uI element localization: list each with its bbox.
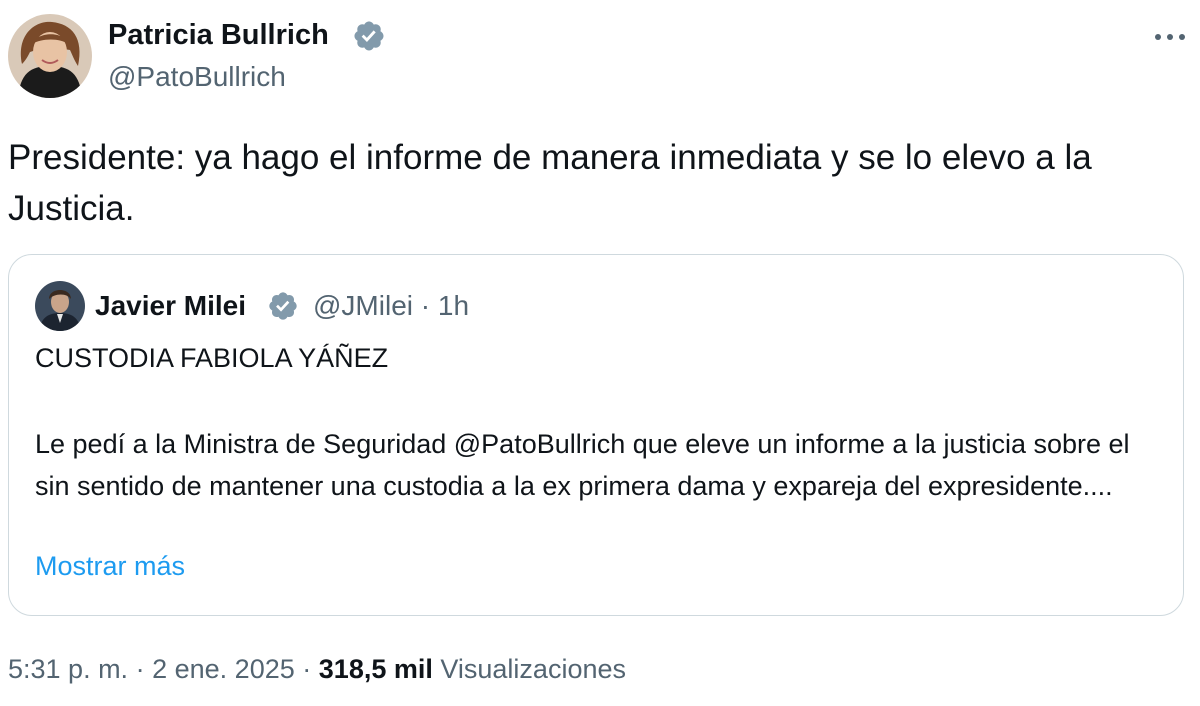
tweet: Patricia Bullrich @PatoBullrich Presiden… — [0, 0, 1200, 706]
quoted-tweet-card[interactable]: Javier Milei @JMilei · 1h CUSTODIA FABIO… — [8, 254, 1184, 616]
author-handle[interactable]: @PatoBullrich — [108, 60, 286, 94]
quoted-author-avatar[interactable] — [35, 281, 85, 331]
author-name[interactable]: Patricia Bullrich — [108, 17, 329, 53]
views-count[interactable]: 318,5 mil — [319, 654, 433, 684]
tweet-time[interactable]: 5:31 p. m. — [8, 654, 128, 684]
quoted-tweet-body: Le pedí a la Ministra de Seguridad @Pato… — [35, 429, 1130, 501]
meta-separator: · — [302, 654, 312, 684]
quoted-tweet-meta: @JMilei · 1h — [313, 289, 469, 323]
tweet-text: Presidente: ya hago el informe de manera… — [8, 138, 1092, 228]
views-label: Visualizaciones — [440, 654, 626, 684]
more-options-button[interactable] — [1148, 22, 1192, 52]
author-avatar[interactable] — [8, 14, 92, 98]
show-more-link[interactable]: Mostrar más — [35, 549, 185, 583]
more-horizontal-icon — [1155, 34, 1185, 40]
meta-separator: · — [135, 654, 145, 684]
quoted-tweet-title: CUSTODIA FABIOLA YÁÑEZ — [35, 343, 389, 373]
verified-badge-icon — [269, 292, 297, 320]
quoted-tweet-time[interactable]: 1h — [438, 290, 469, 321]
verified-badge-icon — [354, 21, 384, 51]
tweet-meta: 5:31 p. m. · 2 ene. 2025 · 318,5 mil Vis… — [8, 651, 626, 687]
quoted-author-name[interactable]: Javier Milei — [95, 289, 246, 323]
tweet-date[interactable]: 2 ene. 2025 — [152, 654, 295, 684]
meta-separator: · — [420, 290, 431, 321]
quoted-author-handle[interactable]: @JMilei — [313, 290, 413, 321]
